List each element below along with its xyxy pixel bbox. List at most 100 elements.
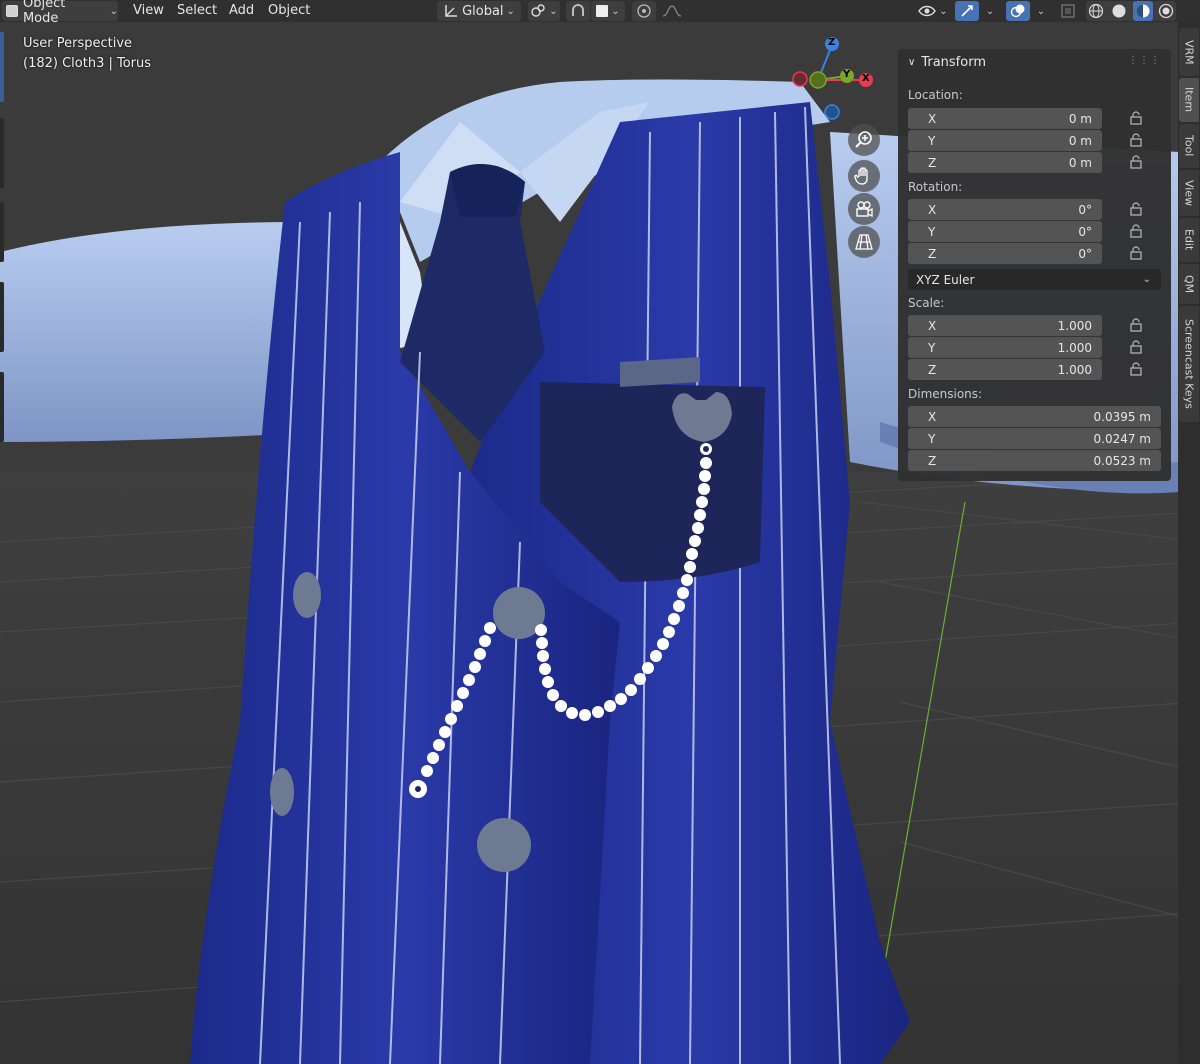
- tab-qm[interactable]: QM: [1179, 264, 1199, 304]
- field-value: 0 m: [1068, 133, 1092, 148]
- mode-selector[interactable]: Object Mode ⌄: [2, 0, 118, 26]
- zoom-icon: [855, 131, 872, 148]
- chevron-down-icon: ⌄: [109, 5, 118, 17]
- mode-label: Object Mode: [22, 0, 66, 26]
- visibility-button[interactable]: ⌄: [916, 1, 950, 21]
- chevron-down-icon: ⌄: [506, 5, 515, 17]
- grid-perspective-icon: [855, 234, 873, 250]
- field-value: 1.000: [1057, 362, 1092, 377]
- falloff-icon: [662, 5, 682, 17]
- menu-object[interactable]: Object: [268, 3, 310, 18]
- gizmo-dropdown[interactable]: ⌄: [980, 1, 1000, 21]
- lock-location-z-icon[interactable]: [1128, 155, 1144, 169]
- lock-scale-x-icon[interactable]: [1128, 318, 1144, 332]
- overlay-icon: [1010, 4, 1025, 18]
- orientation-selector[interactable]: Global ⌄: [437, 1, 521, 21]
- proportional-edit-toggle[interactable]: [632, 1, 656, 21]
- solid-shading-button[interactable]: [1109, 1, 1129, 21]
- dimensions-x-field[interactable]: X 0.0395 m: [908, 406, 1161, 427]
- gizmo-z-label: Z: [828, 37, 836, 48]
- dimensions-y-field[interactable]: Y 0.0247 m: [908, 428, 1161, 449]
- gizmo-x-label: X: [862, 73, 870, 84]
- axis-label: Y: [928, 431, 936, 446]
- tab-tool[interactable]: Tool: [1179, 124, 1199, 168]
- tool-slot[interactable]: [0, 372, 4, 442]
- rotation-mode-select[interactable]: XYZ Euler ⌄: [908, 269, 1161, 290]
- chevron-down-icon: ⌄: [1036, 5, 1046, 17]
- rotation-mode-value: XYZ Euler: [916, 272, 975, 287]
- tab-item[interactable]: Item: [1179, 78, 1199, 122]
- field-value: 0.0523 m: [1093, 453, 1152, 468]
- field-value: 0.0395 m: [1093, 409, 1152, 424]
- rotation-z-field[interactable]: Z 0°: [908, 243, 1102, 264]
- tool-active[interactable]: [0, 32, 4, 102]
- tool-slot[interactable]: [0, 202, 4, 262]
- rotation-y-field[interactable]: Y 0°: [908, 221, 1102, 242]
- location-x-field[interactable]: X 0 m: [908, 108, 1102, 129]
- menu-view[interactable]: View: [133, 3, 164, 18]
- snap-icon: [572, 4, 584, 16]
- tool-slot[interactable]: [0, 118, 4, 188]
- tool-slot[interactable]: [0, 282, 4, 352]
- lock-location-y-icon[interactable]: [1128, 133, 1144, 147]
- axis-label: Y: [928, 133, 936, 148]
- wireframe-shading-button[interactable]: [1086, 1, 1106, 21]
- scale-y-field[interactable]: Y 1.000: [908, 337, 1102, 358]
- tab-label: View: [1182, 179, 1196, 207]
- lock-rotation-x-icon[interactable]: [1128, 202, 1144, 216]
- falloff-button[interactable]: [656, 1, 688, 21]
- tab-view[interactable]: View: [1179, 170, 1199, 216]
- menu-add[interactable]: Add: [229, 3, 254, 18]
- lock-rotation-z-icon[interactable]: [1128, 246, 1144, 260]
- sidebar-tabs: VRM Item Tool View Edit QM Screencast Ke…: [1178, 22, 1200, 1064]
- pan-button[interactable]: [848, 160, 880, 192]
- location-label: Location:: [908, 88, 963, 102]
- field-value: 0°: [1078, 246, 1092, 261]
- tab-label: QM: [1182, 274, 1196, 294]
- perspective-toggle-button[interactable]: [848, 226, 880, 258]
- lock-scale-z-icon[interactable]: [1128, 362, 1144, 376]
- rendered-shading-icon: [1158, 3, 1174, 19]
- tab-vrm[interactable]: VRM: [1179, 28, 1199, 76]
- tab-screencast-keys[interactable]: Screencast Keys: [1179, 306, 1199, 422]
- camera-view-button[interactable]: [848, 193, 880, 225]
- transform-panel-header[interactable]: ∨ Transform: [908, 55, 986, 70]
- xray-toggle[interactable]: [1057, 1, 1079, 21]
- lock-rotation-y-icon[interactable]: [1128, 224, 1144, 238]
- gizmo-y-label: Y: [843, 69, 851, 80]
- scale-z-field[interactable]: Z 1.000: [908, 359, 1102, 380]
- drag-handle-icon[interactable]: ⋮⋮⋮: [1128, 55, 1161, 66]
- field-value: 0°: [1078, 224, 1092, 239]
- rotation-x-field[interactable]: X 0°: [908, 199, 1102, 220]
- axis-label: Z: [928, 246, 937, 261]
- rendered-shading-button[interactable]: [1156, 1, 1176, 21]
- solid-shading-icon: [1112, 4, 1126, 18]
- tab-edit[interactable]: Edit: [1179, 218, 1199, 262]
- menu-select[interactable]: Select: [177, 3, 217, 18]
- dimensions-z-field[interactable]: Z 0.0523 m: [908, 450, 1161, 471]
- scale-x-field[interactable]: X 1.000: [908, 315, 1102, 336]
- snap-target-button[interactable]: ⌄: [591, 1, 625, 21]
- gizmo-toggle[interactable]: [955, 1, 979, 21]
- dimensions-label: Dimensions:: [908, 387, 983, 401]
- zoom-button[interactable]: [848, 124, 880, 156]
- 3d-viewport[interactable]: User Perspective (182) Cloth3 | Torus Z …: [0, 22, 1200, 1064]
- shading-modes: [1086, 1, 1176, 21]
- field-value: 1.000: [1057, 318, 1092, 333]
- navigation-gizmo[interactable]: Z Y X: [790, 36, 880, 126]
- chevron-down-icon: ⌄: [611, 5, 620, 17]
- material-shading-button[interactable]: [1132, 1, 1153, 21]
- overlay-dropdown[interactable]: ⌄: [1031, 1, 1051, 21]
- location-y-field[interactable]: Y 0 m: [908, 130, 1102, 151]
- location-z-field[interactable]: Z 0 m: [908, 152, 1102, 173]
- gizmo-icon: [961, 5, 973, 17]
- snap-toggle[interactable]: [566, 1, 590, 21]
- transform-title: Transform: [921, 55, 986, 70]
- axis-label: Z: [928, 362, 937, 377]
- lock-scale-y-icon[interactable]: [1128, 340, 1144, 354]
- overlay-toggle[interactable]: [1006, 1, 1030, 21]
- pivot-icon: [531, 4, 545, 17]
- xray-icon: [1061, 4, 1075, 18]
- pivot-button[interactable]: ⌄: [528, 1, 560, 21]
- lock-location-x-icon[interactable]: [1128, 111, 1144, 125]
